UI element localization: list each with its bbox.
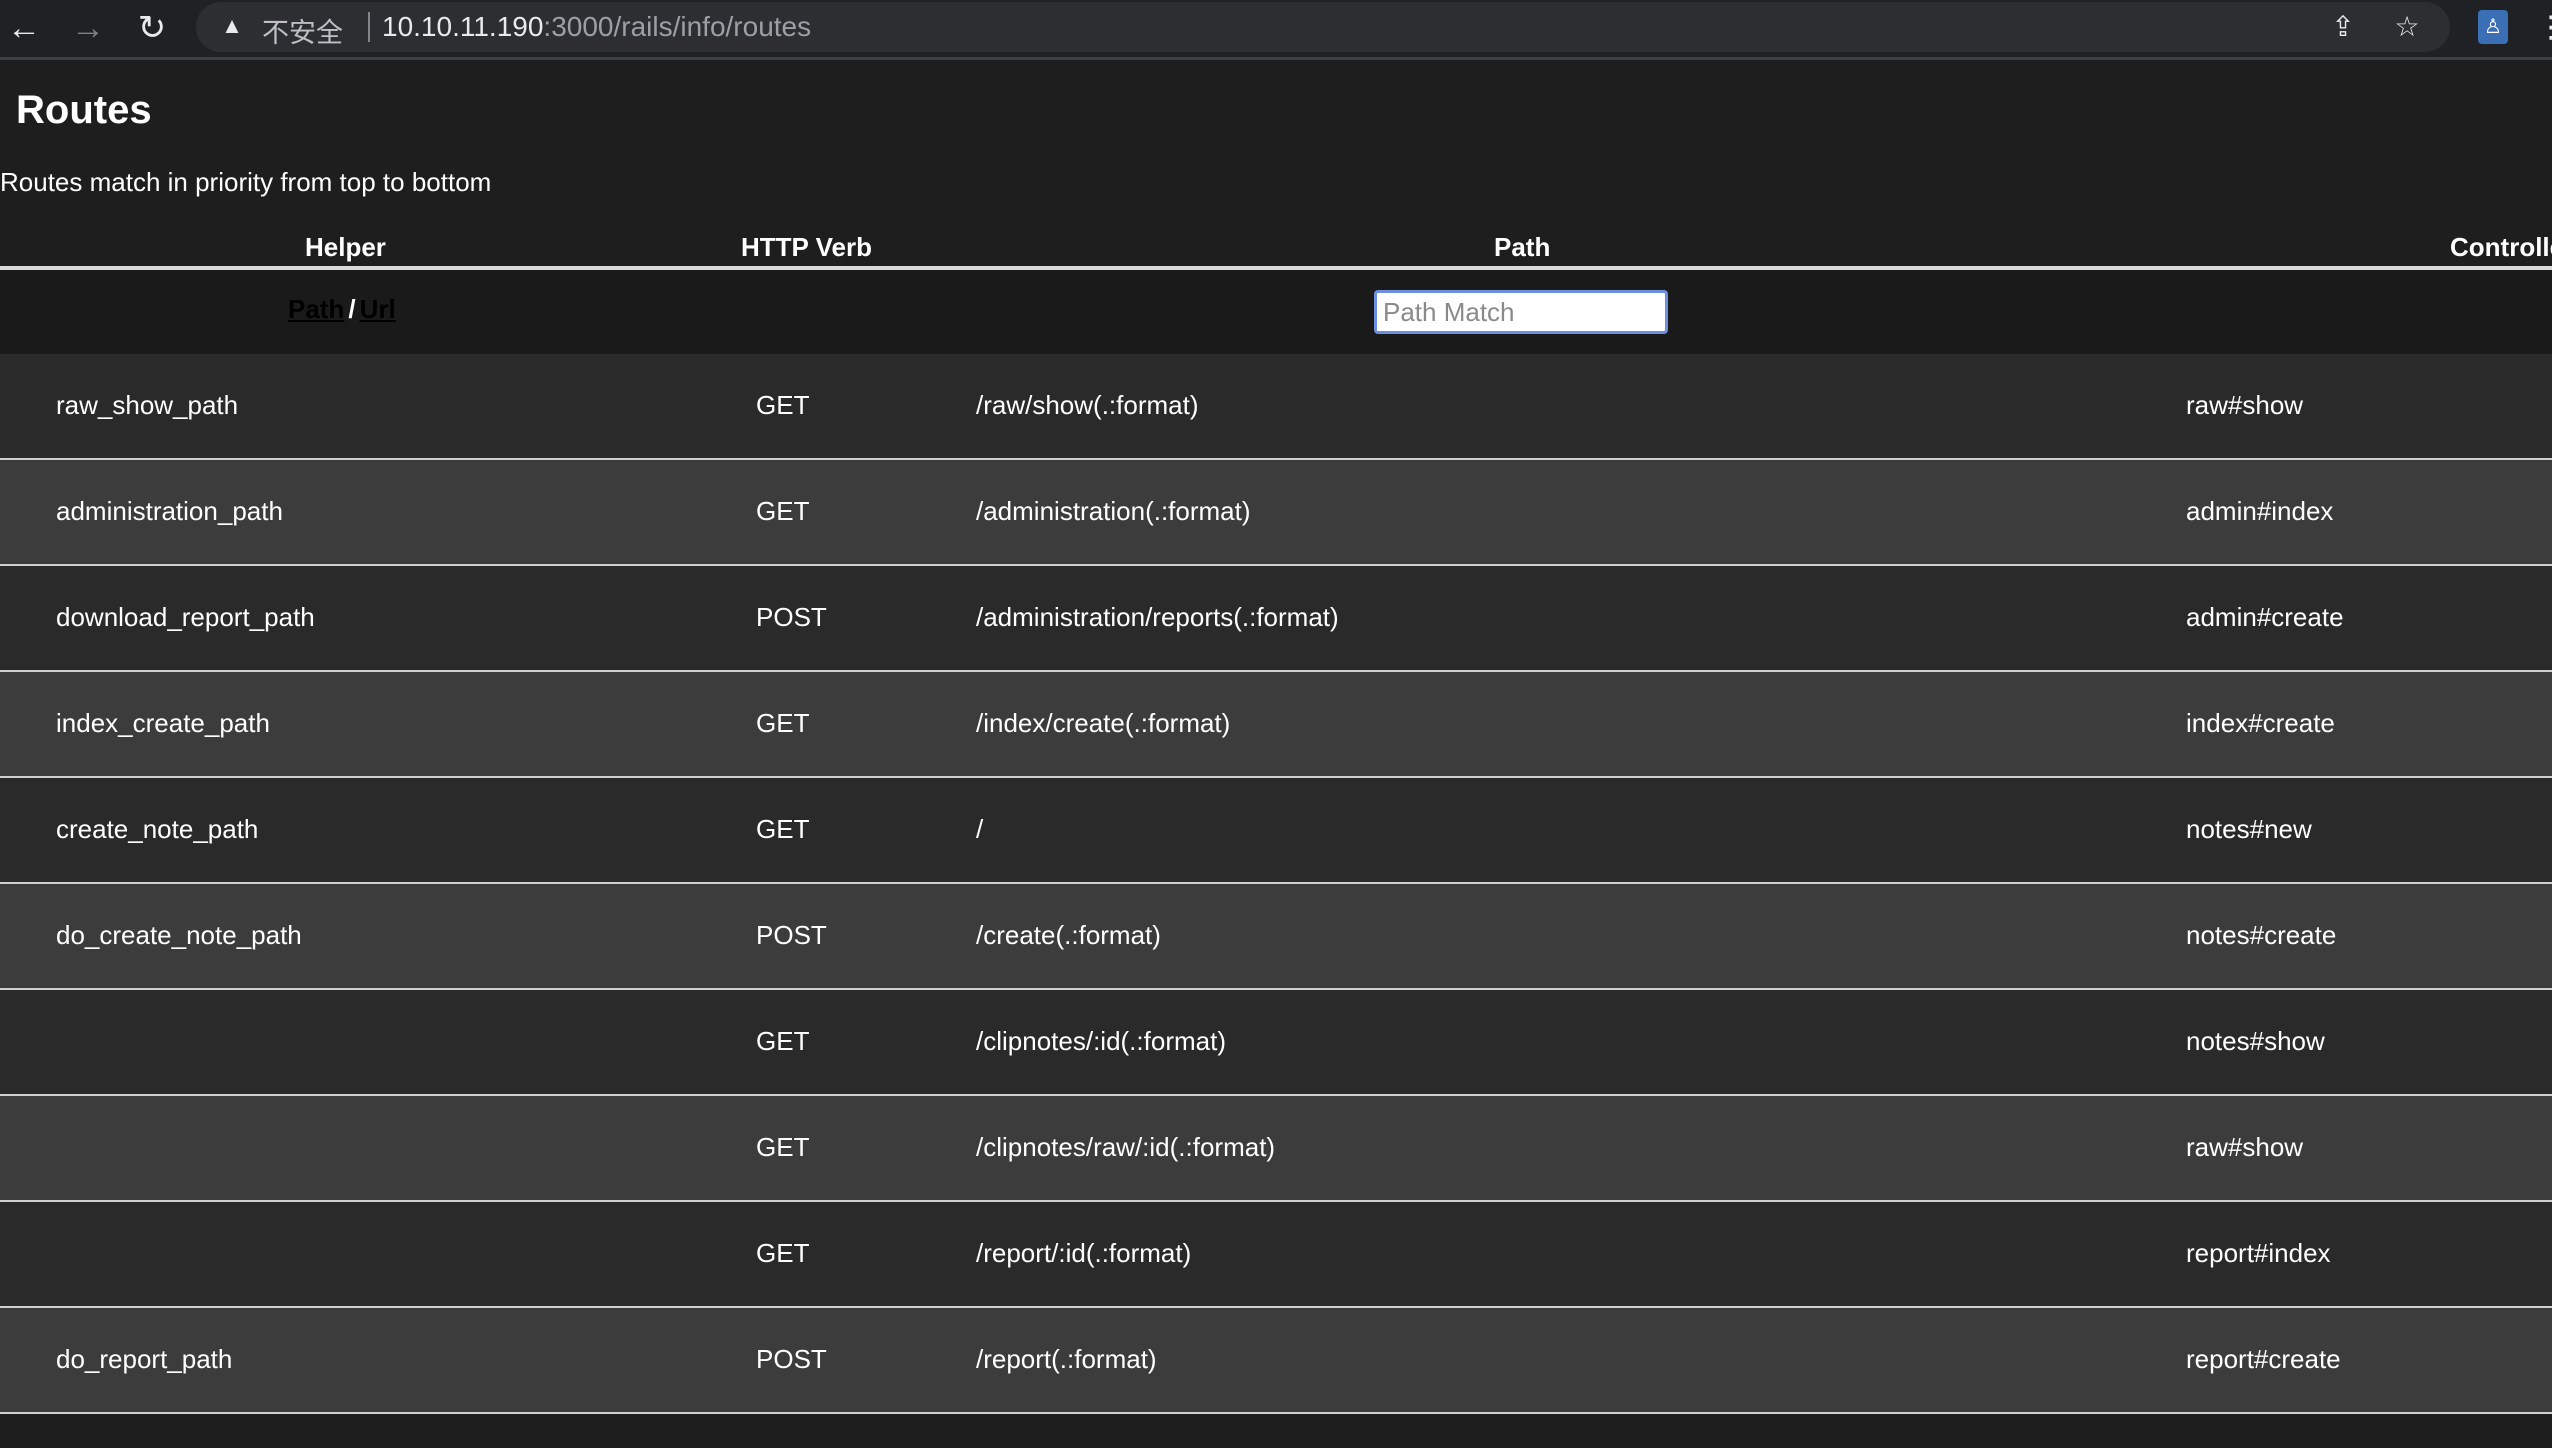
browser-menu-icon[interactable]: ⋮ <box>2536 8 2552 48</box>
share-icon[interactable]: ⇪ <box>2326 10 2360 44</box>
table-row: administration_path GET/administration(.:… <box>0 460 2552 566</box>
route-http-verb: POST <box>756 920 827 950</box>
extension-icon[interactable]: ♙ <box>2478 10 2508 44</box>
route-path: /clipnotes/:id(.:format) <box>976 1026 1226 1056</box>
route-controller-action: index#create <box>2186 708 2335 738</box>
header-controller-action: Controller#Action <box>2450 232 2552 262</box>
browser-toolbar: ← → ↻ ▲ 不安全 10.10.11.190:3000/rails/info… <box>0 0 2552 60</box>
toggle-separator: / <box>348 294 356 324</box>
url-host: 10.10.11.190 <box>382 11 544 42</box>
url-path: :3000/rails/info/routes <box>543 11 812 42</box>
routes-table-body: raw_show_path GET/raw/show(.:format) raw#s… <box>0 354 2552 1414</box>
route-controller-action: notes#create <box>2186 920 2337 950</box>
url-text[interactable]: 10.10.11.190:3000/rails/info/routes <box>382 11 811 43</box>
route-helper: administration_path <box>56 496 283 526</box>
back-arrow-icon[interactable]: ← <box>2 6 46 50</box>
header-path: Path <box>1494 232 1551 262</box>
route-path: /report/:id(.:format) <box>976 1238 1192 1268</box>
route-http-verb: GET <box>756 1132 810 1162</box>
route-controller-action: admin#index <box>2186 496 2334 526</box>
route-path: /create(.:format) <box>976 920 1161 950</box>
route-path: /administration/reports(.:format) <box>976 602 1339 632</box>
route-http-verb: GET <box>756 708 810 738</box>
table-row: do_create_note_path POST/create(.:format)… <box>0 884 2552 990</box>
route-controller-action: raw#show <box>2186 390 2304 420</box>
route-helper: raw_show_path <box>56 390 239 420</box>
forward-arrow-icon[interactable]: → <box>66 6 110 50</box>
route-helper: do_report_path <box>56 1344 233 1374</box>
route-helper: index_create_path <box>56 708 270 738</box>
table-row: GET/clipnotes/raw/:id(.:format) raw#show <box>0 1096 2552 1202</box>
table-header: Helper HTTP Verb Path Controller#Action <box>0 226 2552 270</box>
route-path: /administration(.:format) <box>976 496 1251 526</box>
security-label[interactable]: 不安全 <box>262 11 343 50</box>
route-path: /index/create(.:format) <box>976 708 1231 738</box>
reload-icon[interactable]: ↻ <box>130 6 174 50</box>
route-helper: do_create_note_path <box>56 920 302 950</box>
route-path: /raw/show(.:format) <box>976 390 1199 420</box>
route-controller-action: admin#create <box>2186 602 2344 632</box>
route-http-verb: GET <box>756 1026 810 1056</box>
table-row: index_create_path GET/index/create(.:form… <box>0 672 2552 778</box>
table-row: create_note_path GET / notes#new <box>0 778 2552 884</box>
route-path: /clipnotes/raw/:id(.:format) <box>976 1132 1276 1162</box>
url-toggle-link[interactable]: Url <box>360 294 396 324</box>
table-row: GET/report/:id(.:format) report#index <box>0 1202 2552 1308</box>
route-http-verb: GET <box>756 1238 810 1268</box>
route-http-verb: GET <box>756 496 810 526</box>
bookmark-star-icon[interactable]: ☆ <box>2390 10 2424 44</box>
route-http-verb: POST <box>756 1344 827 1374</box>
route-http-verb: GET <box>756 390 810 420</box>
filter-row: Path / Url <box>0 270 2552 354</box>
route-controller-action: report#index <box>2186 1238 2331 1268</box>
route-controller-action: notes#new <box>2186 814 2312 844</box>
route-controller-action: notes#show <box>2186 1026 2325 1056</box>
route-http-verb: GET <box>756 814 810 844</box>
path-toggle-link[interactable]: Path <box>288 294 344 324</box>
header-helper: Helper <box>305 232 386 262</box>
address-bar[interactable]: ▲ 不安全 10.10.11.190:3000/rails/info/route… <box>196 2 2450 52</box>
page-subtitle: Routes match in priority from top to bot… <box>0 167 492 197</box>
address-separator <box>368 12 370 42</box>
table-row: raw_show_path GET/raw/show(.:format) raw#s… <box>0 354 2552 460</box>
warning-icon[interactable]: ▲ <box>218 12 246 40</box>
path-match-input[interactable] <box>1374 290 1668 334</box>
table-row: download_report_path POST/administration/… <box>0 566 2552 672</box>
header-http-verb: HTTP Verb <box>741 232 873 262</box>
path-url-toggle: Path / Url <box>288 294 396 325</box>
route-helper: download_report_path <box>56 602 315 632</box>
route-path: /report(.:format) <box>976 1344 1157 1374</box>
route-path: / <box>976 814 984 844</box>
page-title: Routes <box>16 88 152 132</box>
route-helper: create_note_path <box>56 814 259 844</box>
route-controller-action: raw#show <box>2186 1132 2304 1162</box>
table-row: GET/clipnotes/:id(.:format) notes#show <box>0 990 2552 1096</box>
table-row: do_report_path POST/report(.:format) repor… <box>0 1308 2552 1414</box>
route-http-verb: POST <box>756 602 827 632</box>
route-controller-action: report#create <box>2186 1344 2341 1374</box>
